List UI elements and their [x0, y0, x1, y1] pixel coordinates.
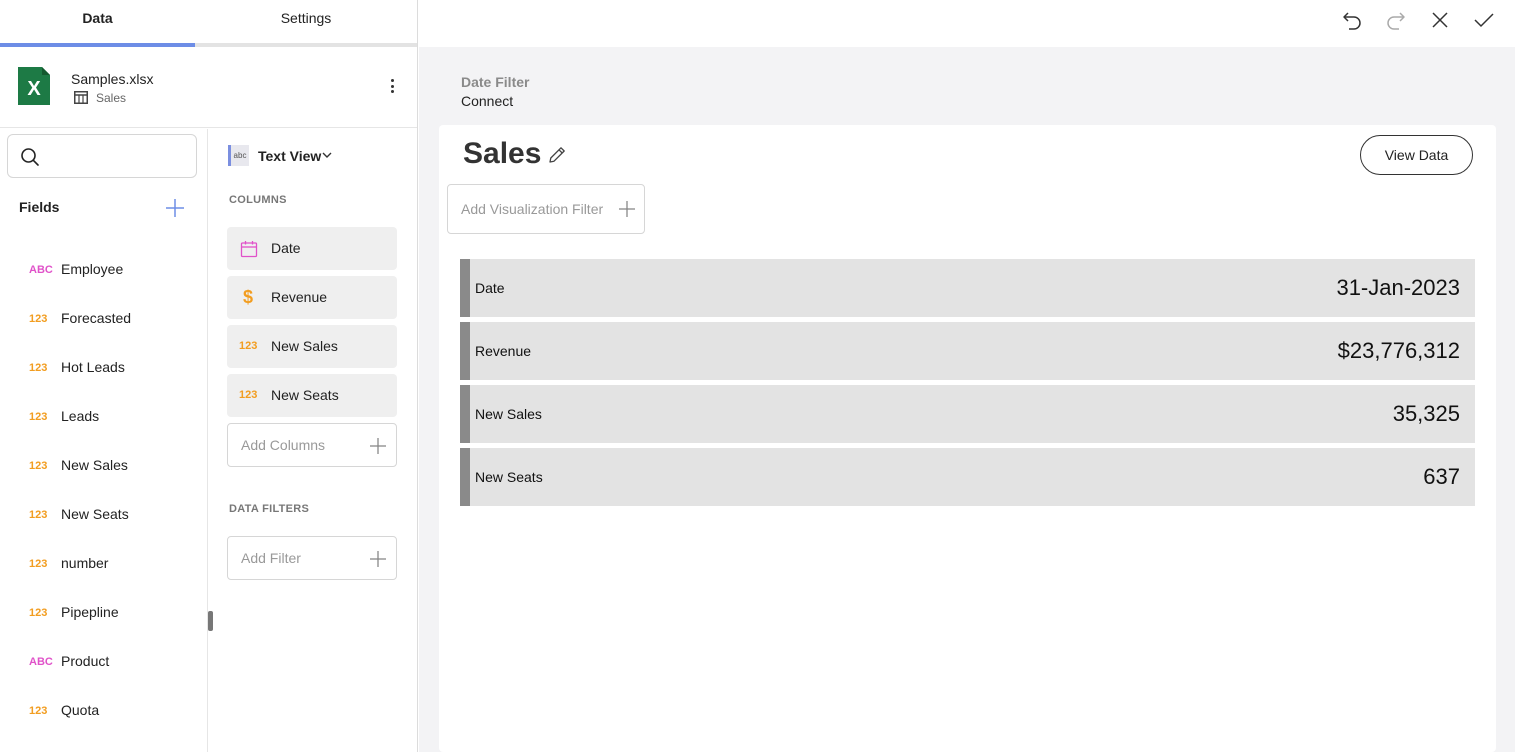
- editor-tabs: Data Settings: [0, 0, 417, 47]
- field-label: New Sales: [61, 457, 128, 473]
- number-type-icon: 123: [29, 313, 48, 325]
- plus-icon: [619, 201, 635, 217]
- number-type-icon: 123: [29, 411, 48, 423]
- text-view-row-label: Revenue: [475, 343, 532, 359]
- add-field-icon[interactable]: [164, 197, 186, 219]
- column-chip-date[interactable]: Date: [227, 227, 397, 270]
- add-visualization-filter-button[interactable]: Add Visualization Filter: [447, 184, 645, 234]
- field-item-hot-leads[interactable]: 123 Hot Leads: [0, 349, 207, 389]
- close-icon[interactable]: [1428, 8, 1452, 32]
- pencil-edit-icon[interactable]: [546, 144, 568, 166]
- column-chip-label: Revenue: [271, 289, 328, 305]
- text-view-row-value: 637: [1423, 464, 1460, 489]
- string-type-icon: ABC: [29, 656, 53, 668]
- column-chip-revenue[interactable]: $ Revenue: [227, 276, 397, 319]
- redo-icon[interactable]: [1384, 8, 1408, 32]
- search-icon: [21, 148, 39, 166]
- tab-settings[interactable]: Settings: [195, 0, 417, 44]
- data-filters-section-label: DATA FILTERS: [229, 503, 310, 515]
- field-item-quota[interactable]: 123 Quota: [0, 692, 207, 732]
- field-item-number[interactable]: 123 number: [0, 545, 207, 585]
- columns-section-label: COLUMNS: [229, 194, 287, 206]
- field-item-new-seats[interactable]: 123 New Seats: [0, 496, 207, 536]
- text-view-row-value: 31-Jan-2023: [1336, 275, 1460, 300]
- visualization-title: Sales: [463, 137, 542, 170]
- text-view-row: New Seats 637: [460, 448, 1475, 506]
- plus-icon: [370, 438, 386, 454]
- string-type-icon: ABC: [29, 264, 53, 276]
- field-label: Hot Leads: [61, 359, 125, 375]
- field-label: number: [61, 555, 109, 571]
- column-chip-label: New Sales: [271, 338, 338, 354]
- field-label: New Seats: [61, 506, 129, 522]
- data-source-row: X Samples.xlsx Sales: [0, 48, 417, 128]
- number-type-icon: 123: [239, 389, 258, 401]
- tab-data[interactable]: Data: [0, 0, 195, 44]
- field-label: Pipepline: [61, 604, 119, 620]
- text-view-row: Date 31-Jan-2023: [460, 259, 1475, 317]
- add-filter-label: Add Filter: [241, 550, 301, 566]
- svg-text:X: X: [27, 78, 41, 100]
- column-chip-label: New Seats: [271, 387, 339, 403]
- plus-icon: [370, 551, 386, 567]
- add-columns-button[interactable]: Add Columns: [227, 423, 397, 467]
- view-data-button[interactable]: View Data: [1360, 135, 1473, 175]
- more-options-icon[interactable]: [384, 76, 400, 96]
- add-filter-button[interactable]: Add Filter: [227, 536, 397, 580]
- tab-active-indicator: [0, 43, 195, 47]
- text-view-row: New Sales 35,325: [460, 385, 1475, 443]
- number-type-icon: 123: [29, 558, 48, 570]
- dollar-icon: $: [243, 287, 254, 307]
- text-view-row: Revenue $23,776,312: [460, 322, 1475, 380]
- chevron-down-icon[interactable]: [322, 151, 332, 159]
- text-view-row-label: New Sales: [475, 406, 542, 422]
- dashboard-filter-value[interactable]: Connect: [461, 93, 513, 109]
- number-type-icon: 123: [29, 705, 48, 717]
- column-chip-label: Date: [271, 240, 301, 256]
- calendar-icon: [240, 241, 258, 258]
- dashboard-filter-title: Date Filter: [461, 74, 530, 90]
- add-columns-label: Add Columns: [241, 437, 326, 453]
- number-type-icon: 123: [29, 460, 48, 472]
- number-type-icon: 123: [29, 362, 48, 374]
- confirm-check-icon[interactable]: [1472, 8, 1496, 32]
- fields-title: Fields: [19, 199, 60, 215]
- field-item-forecasted[interactable]: 123 Forecasted: [0, 300, 207, 340]
- text-view-row-label: Date: [475, 280, 505, 296]
- field-label: Quota: [61, 702, 100, 718]
- undo-icon[interactable]: [1340, 8, 1364, 32]
- field-label: Leads: [61, 408, 100, 424]
- field-item-new-sales[interactable]: 123 New Sales: [0, 447, 207, 487]
- visualization-config-column: abc Text View COLUMNS Date $ Revenue 123…: [208, 129, 417, 752]
- column-chip-new-sales[interactable]: 123 New Sales: [227, 325, 397, 368]
- add-visualization-filter-label: Add Visualization Filter: [461, 201, 604, 217]
- text-view-row-value: 35,325: [1392, 401, 1460, 426]
- field-label: Forecasted: [61, 310, 132, 326]
- text-view-row-label: New Seats: [475, 469, 543, 485]
- field-item-pipepline[interactable]: 123 Pipepline: [0, 594, 207, 634]
- column-chip-new-seats[interactable]: 123 New Seats: [227, 374, 397, 417]
- data-source-sheet: Sales: [96, 91, 127, 105]
- number-type-icon: 123: [29, 509, 48, 521]
- visualization-type-selector[interactable]: Text View: [258, 148, 321, 164]
- fields-search-input[interactable]: [7, 134, 197, 178]
- tab-track: [195, 43, 417, 47]
- field-label: Product: [61, 653, 110, 669]
- visualization-canvas: Date Filter Connect Sales View Data Add …: [419, 47, 1515, 752]
- editor-left-panel: Data Settings X Samples.xlsx Sales Field…: [0, 0, 418, 752]
- fields-column: Fields ABC Employee 123 Forecasted 123 H…: [0, 129, 208, 752]
- field-item-product[interactable]: ABC Product: [0, 643, 207, 683]
- field-item-leads[interactable]: 123 Leads: [0, 398, 207, 438]
- table-icon: [74, 91, 88, 104]
- number-type-icon: 123: [29, 607, 48, 619]
- visualization-card: Sales View Data Add Visualization Filter…: [439, 125, 1496, 752]
- editor-toolbar: [419, 0, 1515, 47]
- text-view-row-value: $23,776,312: [1337, 338, 1460, 363]
- excel-icon: X: [18, 67, 50, 105]
- field-label: Employee: [61, 261, 124, 277]
- number-type-icon: 123: [239, 340, 258, 352]
- text-view-icon: abc: [228, 145, 249, 166]
- field-item-employee[interactable]: ABC Employee: [0, 251, 207, 291]
- data-source-name: Samples.xlsx: [71, 71, 154, 87]
